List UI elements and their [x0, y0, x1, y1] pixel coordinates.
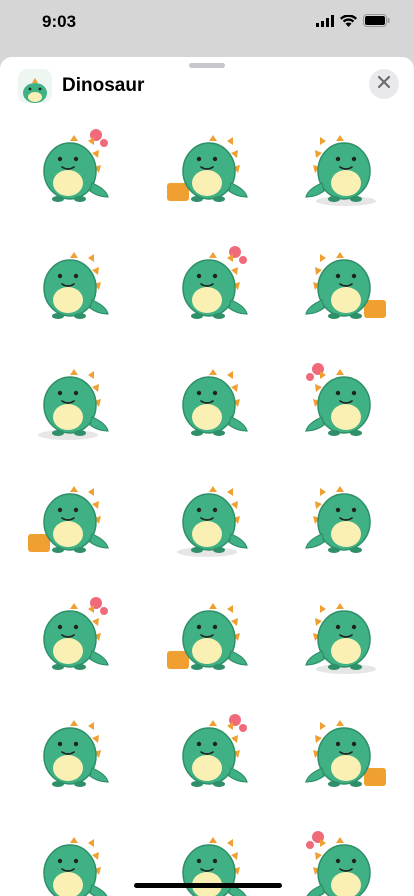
sticker-sleepy-dino[interactable] [18, 113, 118, 213]
status-bar: 9:03 [0, 0, 414, 48]
sticker-hearts-dino[interactable] [157, 581, 257, 681]
sticker-shy-dino[interactable] [157, 698, 257, 798]
sticker-happy-dino[interactable] [18, 815, 118, 896]
sticker-pizza-dino[interactable] [18, 230, 118, 330]
sheet-header: Dinosaur [0, 65, 414, 117]
close-button[interactable] [369, 69, 399, 99]
sticker-shopping-dino[interactable] [296, 464, 396, 564]
status-icons [316, 14, 390, 32]
sticker-standing-dino[interactable] [296, 581, 396, 681]
sheet-title: Dinosaur [62, 75, 145, 96]
status-time: 9:03 [42, 12, 77, 31]
sticker-ghost-dino[interactable] [157, 347, 257, 447]
sticker-sitting-dino[interactable] [296, 347, 396, 447]
battery-icon [363, 14, 390, 32]
sticker-waving-dino[interactable] [296, 815, 396, 896]
wifi-icon [340, 14, 357, 32]
sticker-love-dino[interactable] [296, 230, 396, 330]
sticker-kicking-dino[interactable] [296, 113, 396, 213]
sticker-lying-dino[interactable] [18, 464, 118, 564]
sticker-angry-dino[interactable] [157, 113, 257, 213]
sticker-donut-dino[interactable] [157, 230, 257, 330]
signal-icon [316, 14, 334, 32]
sticker-scarf-dino[interactable] [18, 581, 118, 681]
sticker-pipe-dino[interactable] [18, 347, 118, 447]
app-icon [18, 69, 52, 103]
sticker-blanket-dino[interactable] [296, 698, 396, 798]
sticker-sheet: Dinosaur [0, 57, 414, 896]
sticker-injured-dino[interactable] [18, 698, 118, 798]
close-icon [377, 75, 391, 93]
sticker-bubble-tea-dino[interactable] [157, 464, 257, 564]
home-indicator[interactable] [134, 883, 282, 888]
